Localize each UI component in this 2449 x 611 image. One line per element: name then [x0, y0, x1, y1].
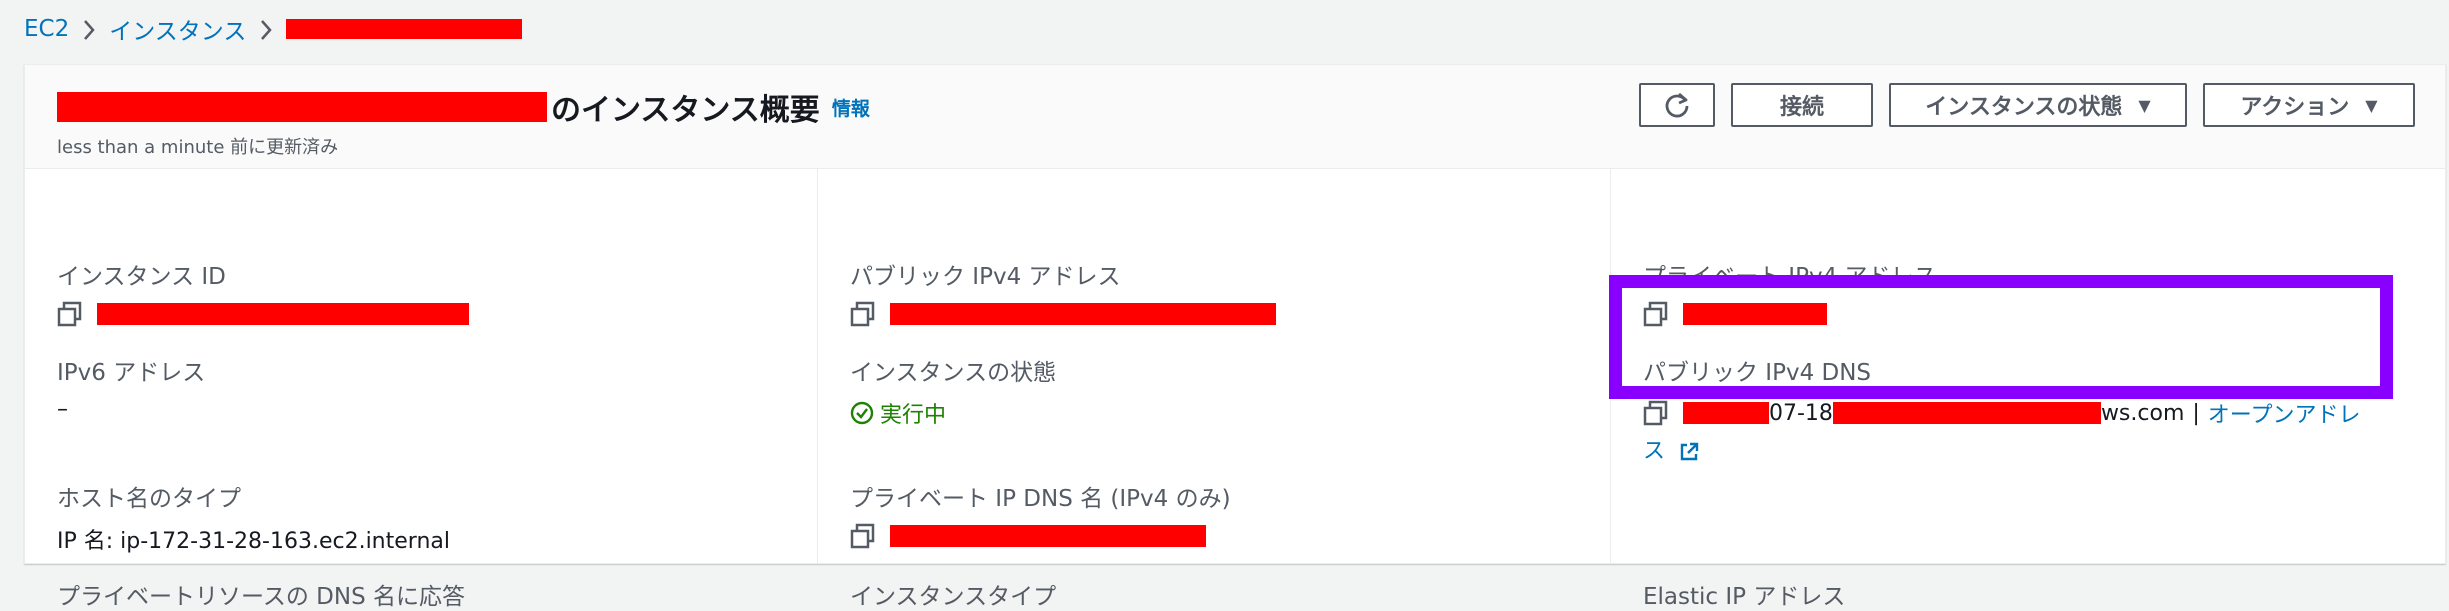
- instance-summary-panel: のインスタンス概要 情報 less than a minute 前に更新済み 接…: [24, 64, 2447, 610]
- elastic-ip-label: Elastic IP アドレス: [1643, 584, 1846, 610]
- instance-id-label: インスタンス ID: [57, 264, 226, 290]
- copy-icon[interactable]: [57, 301, 83, 327]
- instance-id-redacted: [97, 303, 469, 325]
- private-resource-dns-field: プライベートリソースの DNS 名に応答: [57, 577, 465, 611]
- connect-button[interactable]: 接続: [1731, 83, 1873, 127]
- private-dns-field: プライベート IP DNS 名 (IPv4 のみ): [850, 479, 1231, 549]
- check-circle-icon: [850, 401, 874, 425]
- connect-label: 接続: [1779, 95, 1824, 120]
- page-title: のインスタンス概要 情報: [57, 85, 870, 129]
- private-dns-label: プライベート IP DNS 名 (IPv4 のみ): [850, 486, 1231, 512]
- info-link[interactable]: 情報: [832, 94, 870, 121]
- chevron-right-icon: [246, 16, 286, 42]
- instance-id-field: インスタンス ID: [57, 257, 469, 327]
- public-ipv4-redacted: [890, 303, 1276, 325]
- public-ipv4-label: パブリック IPv4 アドレス: [850, 264, 1121, 290]
- private-resource-dns-label: プライベートリソースの DNS 名に応答: [57, 584, 465, 610]
- public-dns-part2: ws.com: [2100, 400, 2185, 426]
- details-column-2: パブリック IPv4 アドレス インスタンスの状態 実行中 プライベート IP …: [818, 169, 1611, 610]
- public-dns-redacted-2: [1832, 402, 2101, 424]
- caret-down-icon: ▼: [2138, 95, 2151, 115]
- public-dns-separator: |: [2192, 400, 2200, 426]
- open-address-label: オープンアドレ: [2207, 403, 2361, 428]
- hostname-type-field: ホスト名のタイプ IP 名: ip-172-31-28-163.ec2.inte…: [57, 479, 450, 555]
- actions-dropdown[interactable]: アクション ▼: [2203, 83, 2415, 127]
- title-redacted: [57, 92, 547, 122]
- public-ipv4-field: パブリック IPv4 アドレス: [850, 257, 1276, 327]
- open-address-link-wrap[interactable]: ス: [1643, 433, 1700, 465]
- hostname-type-label: ホスト名のタイプ: [57, 486, 241, 512]
- private-dns-redacted: [890, 525, 1206, 547]
- panel-header: のインスタンス概要 情報 less than a minute 前に更新済み 接…: [25, 65, 2445, 169]
- copy-icon[interactable]: [1643, 301, 1669, 327]
- details-column-3: プライベート IPv4 アドレス パブリック IPv4 DNS 07-18 ws…: [1611, 169, 2447, 610]
- breadcrumb-instance-redacted[interactable]: [286, 19, 523, 39]
- details-column-1: インスタンス ID IPv6 アドレス – ホスト名のタイプ IP 名: ip-…: [25, 169, 818, 610]
- private-ipv4-field: プライベート IPv4 アドレス: [1643, 257, 1937, 327]
- refresh-icon: [1665, 92, 1689, 118]
- copy-icon[interactable]: [850, 301, 876, 327]
- ipv6-field: IPv6 アドレス –: [57, 353, 205, 422]
- instance-state-dropdown[interactable]: インスタンスの状態 ▼: [1889, 83, 2187, 127]
- private-ipv4-label: プライベート IPv4 アドレス: [1643, 264, 1937, 290]
- title-text: のインスタンス概要: [551, 93, 820, 128]
- copy-icon[interactable]: [1643, 400, 1669, 426]
- refresh-button[interactable]: [1639, 83, 1715, 127]
- open-address-link[interactable]: オープンアドレ: [2208, 397, 2361, 429]
- breadcrumb: EC2 インスタンス: [24, 12, 523, 46]
- actions-label: アクション: [2240, 95, 2350, 120]
- last-updated-text: less than a minute 前に更新済み: [57, 137, 339, 158]
- open-address-label-wrap: ス: [1643, 439, 1666, 464]
- chevron-right-icon: [69, 16, 109, 42]
- elastic-ip-field: Elastic IP アドレス: [1643, 577, 1845, 611]
- instance-type-field: インスタンスタイプ: [850, 577, 1056, 611]
- ipv6-label: IPv6 アドレス: [57, 360, 206, 386]
- instance-state-field-label: インスタンスの状態: [850, 360, 1057, 386]
- copy-icon[interactable]: [850, 523, 876, 549]
- public-dns-label: パブリック IPv4 DNS: [1643, 360, 1872, 386]
- header-actions: 接続 インスタンスの状態 ▼ アクション ▼: [1639, 83, 2415, 127]
- public-dns-part1: 07-18: [1769, 400, 1833, 426]
- instance-state-label: インスタンスの状態: [1925, 95, 2123, 120]
- public-dns-field: パブリック IPv4 DNS 07-18 ws.com | オープンアドレ ス: [1643, 353, 2383, 465]
- private-ipv4-redacted: [1683, 303, 1827, 325]
- instance-state-value: 実行中: [880, 403, 947, 428]
- breadcrumb-ec2[interactable]: EC2: [24, 16, 69, 42]
- caret-down-icon: ▼: [2365, 95, 2378, 115]
- status-badge: 実行中: [850, 397, 946, 429]
- breadcrumb-instances[interactable]: インスタンス: [109, 12, 246, 46]
- instance-state-field: インスタンスの状態 実行中: [850, 353, 1056, 429]
- ipv6-value: –: [57, 397, 68, 422]
- hostname-type-value: IP 名: ip-172-31-28-163.ec2.internal: [57, 529, 450, 554]
- public-dns-redacted-1: [1683, 402, 1769, 424]
- external-link-icon: [1680, 442, 1699, 461]
- instance-type-label: インスタンスタイプ: [850, 584, 1057, 610]
